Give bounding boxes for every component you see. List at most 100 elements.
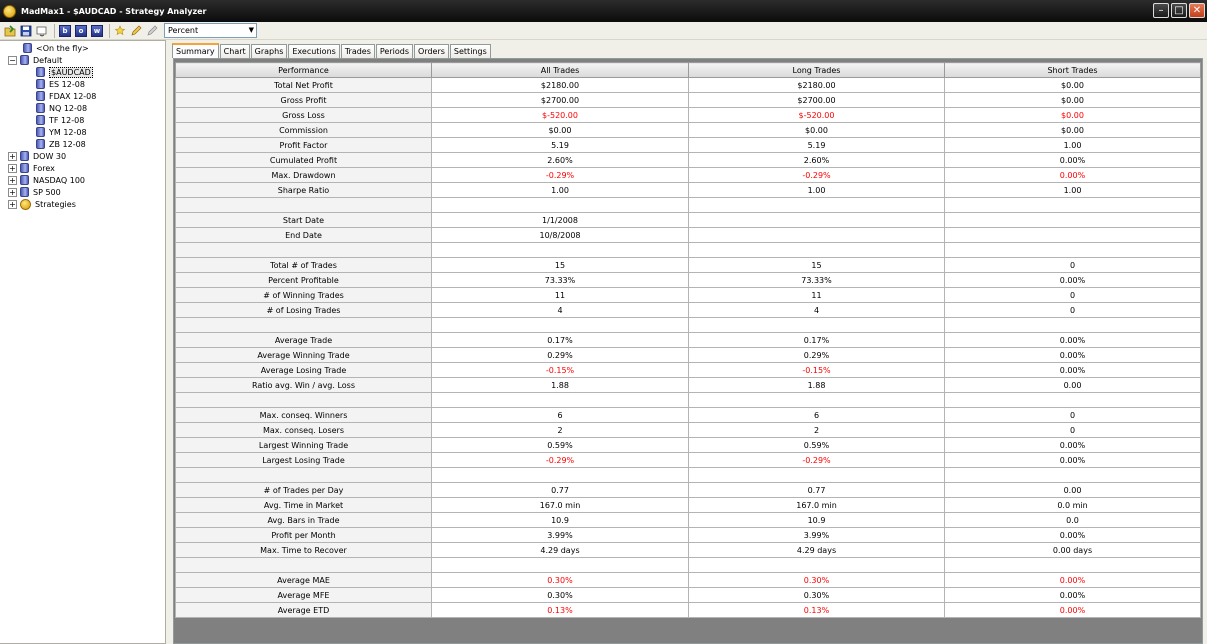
metric-label: Max. Time to Recover	[175, 542, 432, 558]
close-button[interactable]: ✕	[1189, 3, 1205, 18]
tree-item-group[interactable]: + SP 500	[8, 186, 61, 198]
tab-summary[interactable]: Summary	[172, 43, 219, 58]
delete-icon[interactable]	[145, 24, 159, 38]
tree-item-group[interactable]: + DOW 30	[8, 150, 66, 162]
table-row[interactable]: Total Net Profit $2180.00 $2180.00 $0.00	[175, 77, 1201, 93]
table-row[interactable]: Largest Winning Trade 0.59% 0.59% 0.00%	[175, 437, 1201, 453]
tree-item-child[interactable]: NQ 12-08	[36, 102, 87, 114]
table-row[interactable]: Gross Profit $2700.00 $2700.00 $0.00	[175, 92, 1201, 108]
table-row[interactable]: Max. conseq. Winners 6 6 0	[175, 407, 1201, 423]
tree-item-group[interactable]: + Strategies	[8, 198, 76, 210]
tree-item-child[interactable]: TF 12-08	[36, 114, 84, 126]
tab-orders[interactable]: Orders	[414, 44, 449, 58]
column-header-long-trades[interactable]: Long Trades	[688, 62, 945, 78]
metric-label: Sharpe Ratio	[175, 182, 432, 198]
table-row[interactable]: Avg. Time in Market 167.0 min 167.0 min 0.0…	[175, 497, 1201, 513]
column-header-performance[interactable]: Performance	[175, 62, 432, 78]
b-icon[interactable]: b	[58, 24, 72, 38]
table-row[interactable]: Average MFE 0.30% 0.30% 0.00%	[175, 587, 1201, 603]
metric-value	[431, 467, 689, 483]
expand-icon[interactable]: +	[8, 175, 17, 185]
refresh-icon[interactable]	[35, 24, 49, 38]
table-row[interactable]: Cumulated Profit 2.60% 2.60% 0.00%	[175, 152, 1201, 168]
collapse-icon[interactable]: −	[8, 55, 17, 65]
tree-item-child[interactable]: YM 12-08	[36, 126, 87, 138]
wizard-icon[interactable]	[113, 24, 127, 38]
expand-icon[interactable]: +	[8, 151, 17, 161]
table-row[interactable]: # of Winning Trades 11 11 0	[175, 287, 1201, 303]
metric-label: Total # of Trades	[175, 257, 432, 273]
metric-label: Average MFE	[175, 587, 432, 603]
table-row[interactable]: End Date 10/8/2008	[175, 227, 1201, 243]
table-row[interactable]: Sharpe Ratio 1.00 1.00 1.00	[175, 182, 1201, 198]
table-row[interactable]: # of Losing Trades 4 4 0	[175, 302, 1201, 318]
minimize-button[interactable]: –	[1153, 3, 1169, 18]
tree-item-child[interactable]: $AUDCAD	[36, 66, 93, 78]
tree-item-on-the-fly[interactable]: <On the fly>	[23, 42, 89, 54]
tab-trades[interactable]: Trades	[340, 44, 375, 58]
table-row[interactable]: Largest Losing Trade -0.29% -0.29% 0.00%	[175, 452, 1201, 468]
tree-item-label: DOW 30	[33, 151, 67, 161]
table-row[interactable]: Total # of Trades 15 15 0	[175, 257, 1201, 273]
w-icon[interactable]: w	[90, 24, 104, 38]
table-row[interactable]	[175, 392, 1201, 408]
splitter[interactable]	[166, 40, 170, 644]
table-row[interactable]: Ratio avg. Win / avg. Loss 1.88 1.88 0.00	[175, 377, 1201, 393]
tree-item-group[interactable]: + NASDAQ 100	[8, 174, 85, 186]
table-row[interactable]: Max. conseq. Losers 2 2 0	[175, 422, 1201, 438]
tree-item-child[interactable]: ES 12-08	[36, 78, 85, 90]
tab-periods[interactable]: Periods	[375, 44, 414, 58]
metric-value: 10.9	[431, 512, 689, 528]
table-row[interactable]: Max. Time to Recover 4.29 days 4.29 days 0.…	[175, 542, 1201, 558]
mode-select[interactable]: Percent ▼	[164, 23, 257, 38]
table-row[interactable]: Commission $0.00 $0.00 $0.00	[175, 122, 1201, 138]
tab-chart[interactable]: Chart	[219, 44, 250, 58]
maximize-button[interactable]: □	[1171, 3, 1187, 18]
table-row[interactable]: Average Trade 0.17% 0.17% 0.00%	[175, 332, 1201, 348]
tab-executions[interactable]: Executions	[288, 44, 340, 58]
table-row[interactable]: Start Date 1/1/2008	[175, 212, 1201, 228]
o-icon[interactable]: o	[74, 24, 88, 38]
tree-item-child[interactable]: FDAX 12-08	[36, 90, 96, 102]
metric-label: Average Winning Trade	[175, 347, 432, 363]
table-row[interactable]: Profit Factor 5.19 5.19 1.00	[175, 137, 1201, 153]
metric-value: 0	[944, 407, 1201, 423]
table-row[interactable]	[175, 197, 1201, 213]
metric-value: 0.00%	[944, 347, 1201, 363]
table-row[interactable]: Average Winning Trade 0.29% 0.29% 0.00%	[175, 347, 1201, 363]
expand-icon[interactable]: +	[8, 199, 17, 209]
tree-item-default[interactable]: − Default	[8, 54, 62, 66]
database-icon	[36, 115, 45, 125]
metric-value: 0.00%	[944, 527, 1201, 543]
app-icon	[3, 4, 16, 18]
column-header-all-trades[interactable]: All Trades	[431, 62, 689, 78]
tree-item-label: ES 12-08	[49, 79, 85, 89]
metric-value: $0.00	[431, 122, 689, 138]
table-row[interactable]: Average Losing Trade -0.15% -0.15% 0.00%	[175, 362, 1201, 378]
table-row[interactable]: Average MAE 0.30% 0.30% 0.00%	[175, 572, 1201, 588]
column-header-short-trades[interactable]: Short Trades	[944, 62, 1201, 78]
metric-label: Max. conseq. Winners	[175, 407, 432, 423]
table-row[interactable]	[175, 467, 1201, 483]
edit-icon[interactable]	[129, 24, 143, 38]
table-row[interactable]	[175, 242, 1201, 258]
metric-value: 0.00%	[944, 572, 1201, 588]
table-row[interactable]: Profit per Month 3.99% 3.99% 0.00%	[175, 527, 1201, 543]
expand-icon[interactable]: +	[8, 163, 17, 173]
open-icon[interactable]	[3, 24, 17, 38]
table-row[interactable]: Avg. Bars in Trade 10.9 10.9 0.0	[175, 512, 1201, 528]
table-row[interactable]: Gross Loss $-520.00 $-520.00 $0.00	[175, 107, 1201, 123]
tree-item-child[interactable]: ZB 12-08	[36, 138, 86, 150]
table-row[interactable]: # of Trades per Day 0.77 0.77 0.00	[175, 482, 1201, 498]
tab-settings[interactable]: Settings	[449, 44, 491, 58]
tab-graphs[interactable]: Graphs	[250, 44, 288, 58]
save-icon[interactable]	[19, 24, 33, 38]
table-row[interactable]	[175, 317, 1201, 333]
table-row[interactable]: Average ETD 0.13% 0.13% 0.00%	[175, 602, 1201, 618]
metric-value: $0.00	[944, 92, 1201, 108]
tree-item-group[interactable]: + Forex	[8, 162, 55, 174]
table-row[interactable]	[175, 557, 1201, 573]
table-row[interactable]: Max. Drawdown -0.29% -0.29% 0.00%	[175, 167, 1201, 183]
table-row[interactable]: Percent Profitable 73.33% 73.33% 0.00%	[175, 272, 1201, 288]
expand-icon[interactable]: +	[8, 187, 17, 197]
